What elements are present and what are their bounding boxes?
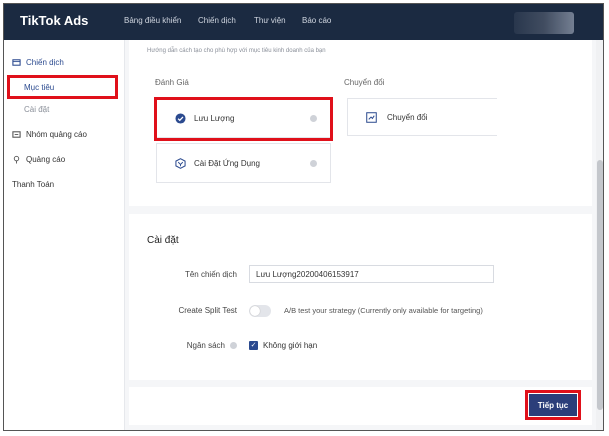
settings-card: Cài đặt Tên chiến dịch Lưu Lượng20200406… bbox=[129, 214, 592, 380]
scrollbar-thumb[interactable] bbox=[597, 160, 603, 410]
sidebar-item-campaign[interactable]: Chiến dịch bbox=[12, 58, 64, 67]
nav-dashboard[interactable]: Bảng điều khiển bbox=[124, 16, 181, 25]
trend-chart-icon bbox=[366, 111, 377, 123]
option-conversions[interactable]: Chuyển đổi bbox=[347, 98, 497, 136]
group-conversion-label: Chuyển đổi bbox=[344, 78, 385, 87]
nav-reports[interactable]: Báo cáo bbox=[302, 16, 331, 25]
split-test-toggle[interactable] bbox=[249, 305, 271, 317]
unlimited-budget-checkbox[interactable]: ✓ bbox=[249, 341, 258, 350]
help-icon[interactable] bbox=[310, 160, 317, 167]
adgroup-icon bbox=[12, 131, 21, 138]
group-consideration-label: Đánh Giá bbox=[155, 78, 189, 87]
settings-title: Cài đặt bbox=[147, 235, 179, 246]
sidebar: Chiến dịch Mục tiêu Cài đặt Nhóm quảng c… bbox=[4, 40, 125, 430]
account-avatar[interactable] bbox=[514, 12, 574, 34]
nav-library[interactable]: Thư viện bbox=[254, 16, 286, 25]
location-pin-icon bbox=[13, 155, 20, 164]
budget-label: Ngân sách bbox=[186, 341, 225, 350]
footer-bar: Tiếp tục bbox=[129, 387, 592, 425]
option-label: Cài Đặt Ứng Dụng bbox=[194, 158, 260, 168]
sidebar-item-label: Quảng cáo bbox=[26, 155, 66, 164]
sidebar-item-label: Nhóm quảng cáo bbox=[26, 130, 87, 139]
highlight-box-traffic bbox=[154, 97, 333, 141]
unlimited-budget-label: Không giới hạn bbox=[263, 341, 318, 350]
split-test-label: Create Split Test bbox=[178, 306, 237, 315]
sidebar-item-label: Chiến dịch bbox=[26, 58, 64, 67]
app-cube-icon bbox=[175, 157, 186, 169]
campaign-icon bbox=[12, 59, 21, 66]
sidebar-item-payment[interactable]: Thanh Toán bbox=[12, 180, 54, 189]
campaign-name-label: Tên chiến dịch bbox=[184, 270, 237, 279]
tiktok-ads-logo[interactable]: TikTok Ads bbox=[20, 13, 88, 28]
highlight-box-objective bbox=[7, 75, 118, 99]
page-scrollbar[interactable] bbox=[596, 40, 603, 430]
sidebar-item-adgroup[interactable]: Nhóm quảng cáo bbox=[12, 130, 87, 139]
budget-help-icon[interactable] bbox=[230, 342, 237, 349]
option-label: Chuyển đổi bbox=[387, 112, 428, 122]
highlight-box-continue bbox=[525, 390, 581, 420]
split-test-description: A/B test your strategy (Currently only a… bbox=[284, 306, 483, 315]
campaign-name-input[interactable]: Lưu Lượng20200406153917 bbox=[249, 265, 494, 283]
nav-campaign[interactable]: Chiến dịch bbox=[198, 16, 236, 25]
app-window: TikTok Ads Bảng điều khiển Chiến dịch Th… bbox=[3, 3, 604, 431]
objective-card: Hướng dẫn cách tạo cho phù hợp với mục t… bbox=[129, 40, 592, 206]
objective-hint: Hướng dẫn cách tạo cho phù hợp với mục t… bbox=[147, 48, 326, 54]
sidebar-item-ad[interactable]: Quảng cáo bbox=[12, 155, 65, 164]
top-navigation-bar: TikTok Ads Bảng điều khiển Chiến dịch Th… bbox=[4, 4, 603, 40]
sidebar-item-settings[interactable]: Cài đặt bbox=[24, 105, 49, 114]
sidebar-item-label: Thanh Toán bbox=[12, 180, 55, 189]
sidebar-item-label: Cài đặt bbox=[24, 105, 50, 114]
option-app-install[interactable]: Cài Đặt Ứng Dụng bbox=[156, 143, 331, 183]
